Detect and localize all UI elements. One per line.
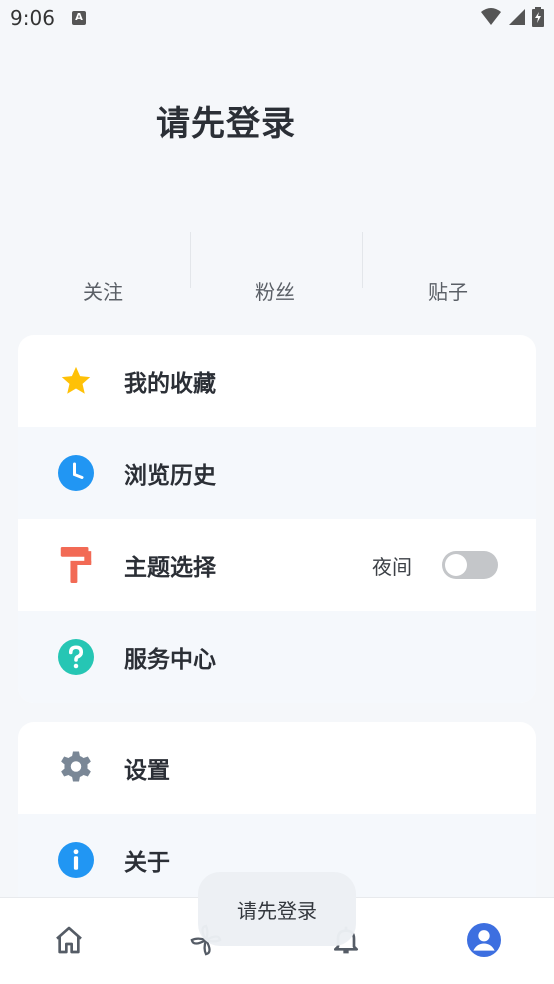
user-icon <box>467 923 501 957</box>
menu-label: 设置 <box>124 758 170 784</box>
menu-card-primary: 我的收藏 浏览历史 主题选择 夜间 服务中心 <box>18 335 536 703</box>
menu-label: 关于 <box>124 850 170 876</box>
toggle-knob <box>445 554 467 576</box>
divider <box>190 232 191 288</box>
gear-icon <box>58 750 94 786</box>
info-icon <box>58 842 94 878</box>
menu-item-history[interactable]: 浏览历史 <box>18 427 536 519</box>
login-prompt[interactable]: 请先登录 <box>156 96 296 145</box>
menu-item-service-center[interactable]: 服务中心 <box>18 611 536 703</box>
menu-label: 浏览历史 <box>124 463 216 489</box>
divider <box>362 232 363 288</box>
signal-icon <box>509 9 525 25</box>
star-icon <box>58 363 94 399</box>
night-mode-toggle[interactable] <box>442 551 498 579</box>
stat-following[interactable]: 关注 <box>83 276 123 305</box>
status-time: 9:06 <box>10 6 55 30</box>
night-mode-label: 夜间 <box>372 554 412 579</box>
menu-item-favorites[interactable]: 我的收藏 <box>18 335 536 427</box>
status-bar: 9:06 A <box>0 0 554 38</box>
menu-label: 服务中心 <box>124 647 216 673</box>
status-icons <box>480 7 544 27</box>
menu-item-theme[interactable]: 主题选择 夜间 <box>18 519 536 611</box>
stat-posts[interactable]: 贴子 <box>428 276 468 305</box>
clock-icon <box>58 455 94 491</box>
menu-item-settings[interactable]: 设置 <box>18 722 536 814</box>
battery-icon <box>532 7 544 27</box>
notification-a-icon: A <box>72 11 86 25</box>
toast-message: 请先登录 <box>198 872 356 946</box>
paint-roller-icon <box>58 547 94 583</box>
menu-label: 主题选择 <box>124 555 216 581</box>
menu-label: 我的收藏 <box>124 371 216 397</box>
nav-profile[interactable] <box>466 922 502 958</box>
question-icon <box>58 639 94 675</box>
nav-home[interactable] <box>51 922 87 958</box>
wifi-icon <box>481 8 501 25</box>
user-stats: 关注 粉丝 贴子 <box>18 232 536 312</box>
home-icon <box>56 926 82 954</box>
stat-followers[interactable]: 粉丝 <box>255 276 295 305</box>
